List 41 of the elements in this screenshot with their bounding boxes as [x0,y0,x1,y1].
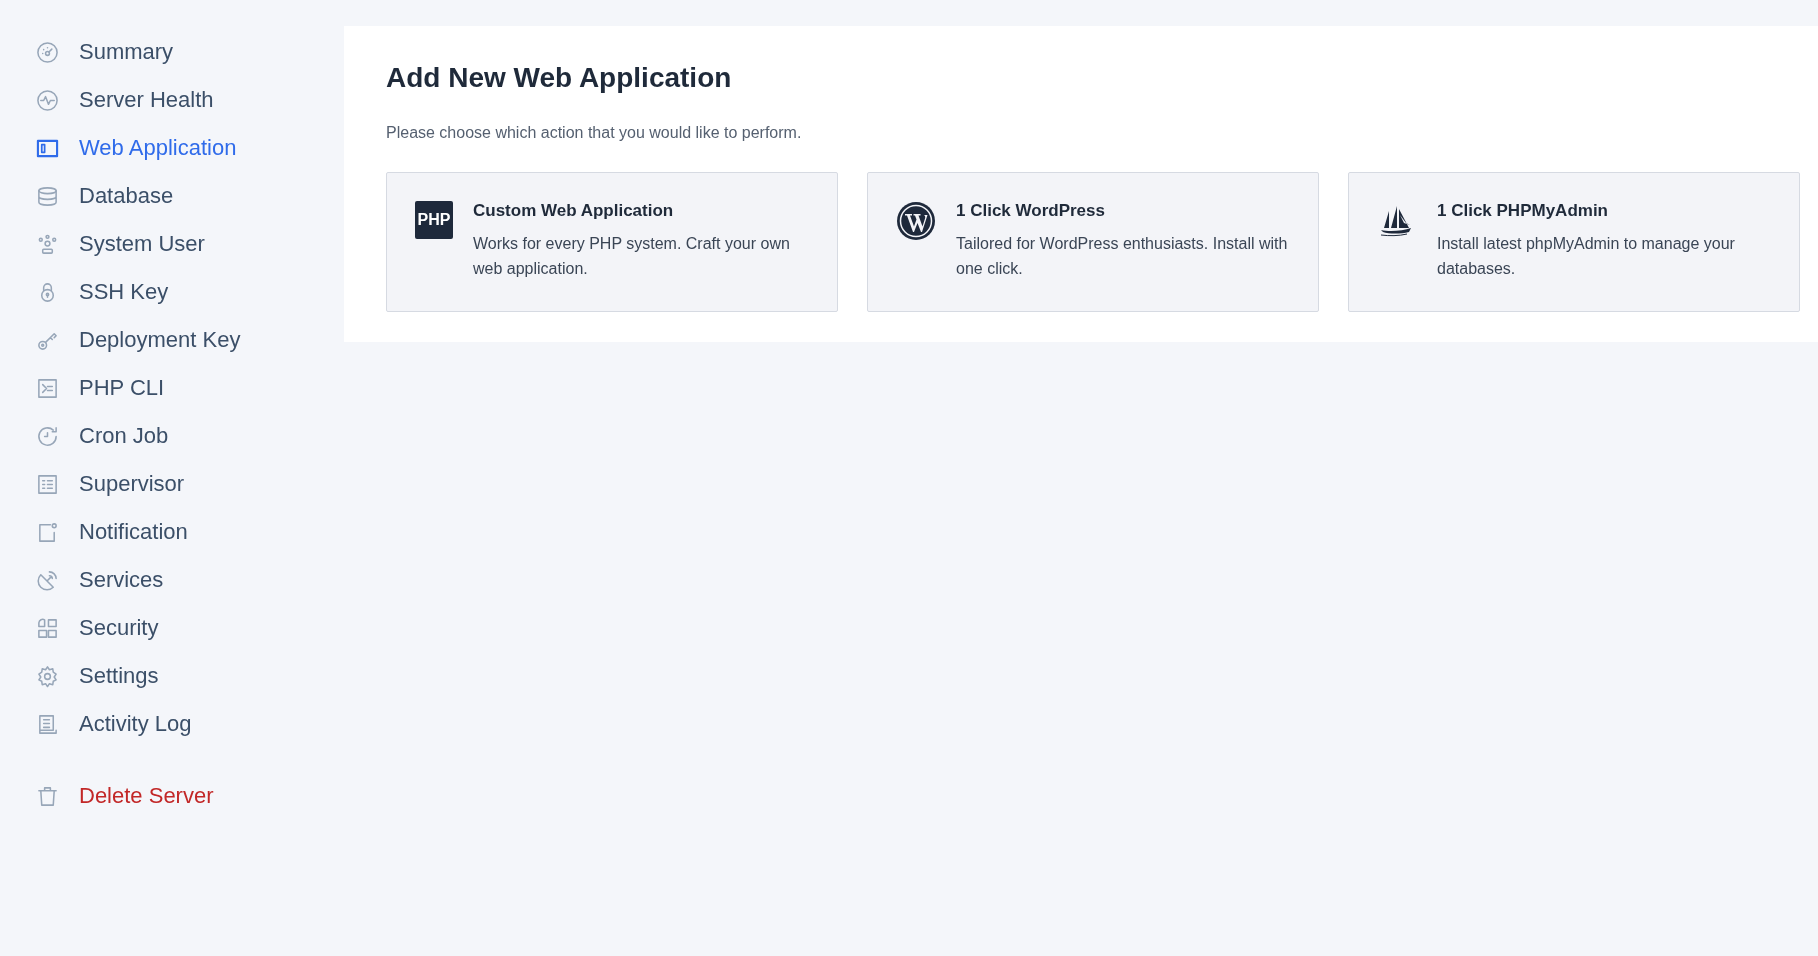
sidebar-item[interactable]: Server Health [36,76,344,124]
gauge-icon [36,40,59,64]
option-card[interactable]: PHP Custom Web Application Works for every PHP system. Craft your own web application. [386,172,838,312]
grid-icon [36,616,59,640]
gear-icon [36,664,59,688]
sidebar-item[interactable]: Settings [36,652,344,700]
card-title: Custom Web Application [473,201,675,221]
wordpress-logo-icon [896,201,936,241]
pulse-icon [36,88,59,112]
sidebar-item[interactable]: Notification [36,508,344,556]
option-card[interactable]: 1 Click WordPress Tailored for WordPress enthusiasts. Install with one click. [867,172,1319,312]
card-title: 1 Click PHPMyAdmin [1437,201,1609,221]
sidebar-item[interactable]: Security [36,604,344,652]
card-description: Install latest phpMyAdmin to manage your databases. [1437,234,1736,279]
trash-icon [36,784,59,808]
sidebar-item[interactable]: Deployment Key [36,316,344,364]
sidebar-item[interactable]: Cron Job [36,412,344,460]
sidebar-item[interactable]: Web Application [36,124,344,172]
sidebar-item[interactable]: Summary [36,28,344,76]
page-subtitle: Please choose which action that you would like to perform. [386,124,803,142]
satellite-icon [36,568,59,592]
clock-icon [36,424,59,448]
page-title: Add New Web Application [386,62,733,94]
card-description: Tailored for WordPress enthusiasts. Install with one click. [956,234,1289,279]
sidebar-item[interactable]: Services [36,556,344,604]
sidebar-item[interactable]: Database [36,172,344,220]
sidebar-item[interactable]: Supervisor [36,460,344,508]
sidebar-item[interactable]: System User [36,220,344,268]
sidebar-item[interactable]: Activity Log [36,700,344,748]
php-logo-icon: PHP [415,201,453,239]
users-icon [36,232,59,256]
card-title: 1 Click WordPress [956,201,1106,221]
log-icon [36,712,59,736]
terminal-icon [36,376,59,400]
sidebar-item[interactable]: PHP CLI [36,364,344,412]
card-description: Works for every PHP system. Craft your own web application. [473,234,791,279]
delete-server-link[interactable]: Delete Server [36,772,344,820]
database-icon [36,184,59,208]
option-card[interactable]: 1 Click PHPMyAdmin Install latest phpMyAdmin to manage your databases. [1348,172,1800,312]
list-icon [36,472,59,496]
sidebar-item[interactable]: SSH Key [36,268,344,316]
